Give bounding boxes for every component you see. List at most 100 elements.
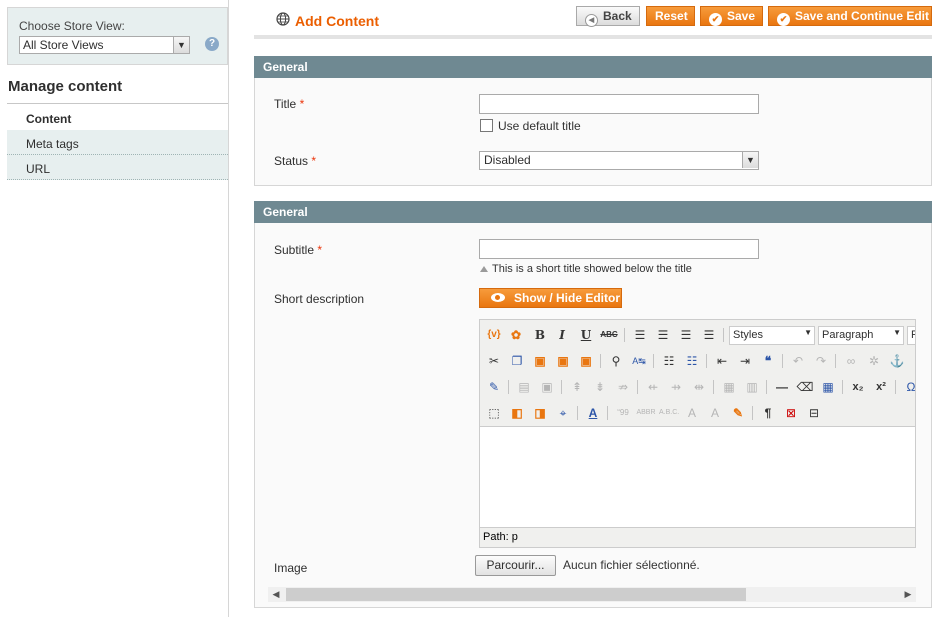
header-divider <box>254 35 932 39</box>
blockquote-icon[interactable]: ❝ <box>758 351 778 371</box>
chevron-down-icon: ▼ <box>893 328 901 337</box>
move-layer-icon[interactable]: ◨ <box>530 403 550 423</box>
subtitle-note-text: This is a short title showed below the t… <box>492 263 692 275</box>
undo-icon[interactable]: ↶ <box>788 351 808 371</box>
unlink-icon[interactable]: ✲ <box>864 351 884 371</box>
horizontal-scrollbar[interactable]: ◀ ▶ <box>268 587 916 602</box>
replace-icon[interactable]: A↹ <box>629 351 649 371</box>
use-default-title-checkbox[interactable] <box>480 119 493 132</box>
browse-file-button[interactable]: Parcourir... <box>475 555 556 576</box>
cut-icon[interactable]: ✂ <box>484 351 504 371</box>
help-icon[interactable]: ? <box>205 37 219 51</box>
tab-content[interactable]: Content <box>7 105 228 130</box>
bullet-list-icon[interactable]: ☷ <box>659 351 679 371</box>
link-icon[interactable]: ∞ <box>841 351 861 371</box>
split-cells-icon[interactable]: ▦ <box>719 377 739 397</box>
strikethrough-icon[interactable]: ABC <box>599 325 619 345</box>
delete-col-icon[interactable]: ⇹ <box>689 377 709 397</box>
row-after-icon[interactable]: ⇟ <box>590 377 610 397</box>
title-input[interactable] <box>479 94 759 114</box>
show-hide-editor-button[interactable]: Show / Hide Editor <box>479 288 622 308</box>
globe-icon <box>276 12 290 26</box>
font-select-value: F <box>911 329 915 341</box>
underline-icon[interactable]: U <box>576 325 596 345</box>
styles-select[interactable]: Styles ▼ <box>729 326 815 345</box>
paste-icon[interactable]: ▣ <box>530 351 550 371</box>
acronym-icon[interactable]: A.B.C. <box>659 403 679 423</box>
merge-cells-icon[interactable]: ▥ <box>742 377 762 397</box>
back-button[interactable]: ◀ Back <box>576 6 640 27</box>
redo-icon[interactable]: ↷ <box>811 351 831 371</box>
visual-aid-icon[interactable]: ⬚ <box>484 403 504 423</box>
section-general-2-heading: General <box>254 201 932 223</box>
insertion-icon[interactable]: A <box>705 403 725 423</box>
col-after-icon[interactable]: ⇸ <box>666 377 686 397</box>
toolbar-separator <box>706 354 707 368</box>
table-cell-props-icon[interactable]: ▣ <box>537 377 557 397</box>
subtitle-input[interactable] <box>479 239 759 259</box>
find-icon[interactable]: ⚲ <box>606 351 626 371</box>
reset-button[interactable]: Reset <box>646 6 695 26</box>
align-left-icon[interactable]: ☰ <box>630 325 650 345</box>
save-continue-button[interactable]: ✔ Save and Continue Edit <box>768 6 932 26</box>
cite-icon[interactable]: “99 <box>613 403 633 423</box>
toolbar-separator <box>766 380 767 394</box>
tab-url[interactable]: URL <box>7 155 228 180</box>
align-center-icon[interactable]: ☰ <box>653 325 673 345</box>
bold-icon[interactable]: B <box>530 325 550 345</box>
table-row-props-icon[interactable]: ▤ <box>514 377 534 397</box>
remove-format-icon[interactable]: ⌫ <box>795 377 815 397</box>
image-label: Image <box>274 561 308 575</box>
scrollbar-thumb[interactable] <box>286 588 746 601</box>
align-right-icon[interactable]: ☰ <box>676 325 696 345</box>
table-icon[interactable]: ▦ <box>818 377 838 397</box>
col-before-icon[interactable]: ⇷ <box>643 377 663 397</box>
status-select[interactable]: Disabled ▼ <box>479 151 759 170</box>
font-select[interactable]: F <box>907 326 915 345</box>
format-select[interactable]: Paragraph ▼ <box>818 326 904 345</box>
scroll-right-icon[interactable]: ▶ <box>901 588 915 601</box>
cleanup-icon[interactable]: ✎ <box>484 377 504 397</box>
numbered-list-icon[interactable]: ☷ <box>682 351 702 371</box>
page-break-icon[interactable]: ⊟ <box>804 403 824 423</box>
toolbar-row-2: ✂ ❐ ▣ ▣ ▣ ⚲ A↹ ☷ ☷ ⇤ ⇥ ❝ ↶ ↷ ∞ ✲ ⚓ <box>480 348 915 374</box>
horizontal-rule-icon[interactable]: — <box>772 377 792 397</box>
paste-text-icon[interactable]: ▣ <box>553 351 573 371</box>
superscript-icon[interactable]: x² <box>871 377 891 397</box>
back-label: Back <box>603 9 632 23</box>
editor-content-area[interactable] <box>480 426 915 528</box>
copy-icon[interactable]: ❐ <box>507 351 527 371</box>
chevron-down-icon: ▼ <box>742 152 758 168</box>
anchor-icon[interactable]: ⚓ <box>887 351 907 371</box>
styles-select-value: Styles <box>733 329 763 341</box>
file-status: Aucun fichier sélectionné. <box>563 558 700 572</box>
check-icon: ✔ <box>777 13 790 26</box>
toolbar-separator <box>624 328 625 342</box>
align-justify-icon[interactable]: ☰ <box>699 325 719 345</box>
absolute-position-icon[interactable]: ⌖ <box>553 403 573 423</box>
insert-variable-icon[interactable]: {v} <box>484 325 504 345</box>
store-view-select[interactable]: All Store Views ▼ <box>19 36 190 54</box>
show-blocks-icon[interactable]: ¶ <box>758 403 778 423</box>
special-char-icon[interactable]: Ω <box>901 377 916 397</box>
indent-icon[interactable]: ⇥ <box>735 351 755 371</box>
attribs-icon[interactable]: ✎ <box>728 403 748 423</box>
row-before-icon[interactable]: ⇞ <box>567 377 587 397</box>
subscript-icon[interactable]: x₂ <box>848 377 868 397</box>
save-button[interactable]: ✔ Save <box>700 6 763 26</box>
insert-layer-icon[interactable]: ◧ <box>507 403 527 423</box>
deletion-icon[interactable]: A <box>682 403 702 423</box>
style-props-icon[interactable]: A <box>583 403 603 423</box>
chevron-down-icon: ▼ <box>804 328 812 337</box>
delete-row-icon[interactable]: ⇏ <box>613 377 633 397</box>
abbr-icon[interactable]: ABBR <box>636 403 656 423</box>
non-breaking-icon[interactable]: ⊠ <box>781 403 801 423</box>
scroll-left-icon[interactable]: ◀ <box>269 588 283 601</box>
toolbar-separator <box>607 406 608 420</box>
italic-icon[interactable]: I <box>552 325 572 345</box>
outdent-icon[interactable]: ⇤ <box>712 351 732 371</box>
paste-word-icon[interactable]: ▣ <box>576 351 596 371</box>
insert-widget-icon[interactable]: ✿ <box>506 325 526 345</box>
section-general-heading: General <box>254 56 932 78</box>
tab-meta-tags[interactable]: Meta tags <box>7 130 228 155</box>
